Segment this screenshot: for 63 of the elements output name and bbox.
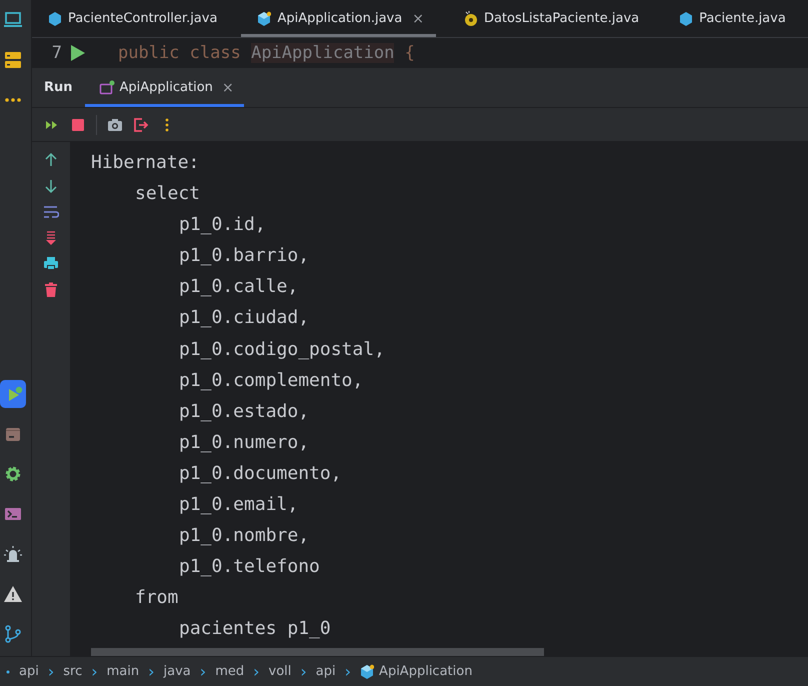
breadcrumb[interactable]: api	[19, 664, 39, 679]
breadcrumb[interactable]: main	[106, 664, 140, 679]
branch-icon	[2, 624, 22, 644]
warning-icon	[2, 584, 22, 604]
exit-icon[interactable]	[133, 116, 149, 132]
editor-tab[interactable]: PacienteController.java	[32, 0, 230, 37]
cube-icon	[48, 10, 62, 26]
laptop-icon	[2, 10, 22, 30]
console-line: p1_0.telefono	[179, 555, 321, 580]
console-line: p1_0.codigo_postal,	[179, 338, 386, 362]
window-icon	[98, 80, 115, 96]
cube-icon	[360, 664, 374, 680]
console-line: p1_0.ciudad,	[179, 306, 310, 330]
editor-tab[interactable]: Paciente.java	[663, 0, 798, 37]
breadcrumb[interactable]: api	[316, 664, 336, 679]
panel-title: Run	[43, 80, 74, 95]
chevron-icon: ›	[91, 662, 98, 681]
breadcrumb[interactable]: voll	[268, 664, 292, 679]
console-line: p1_0.id,	[179, 213, 267, 238]
console-line: Hibernate:	[91, 151, 200, 175]
console-line: p1_0.email,	[179, 493, 300, 518]
wrap-icon[interactable]	[43, 204, 59, 220]
scrollbar[interactable]	[91, 648, 544, 656]
console-line: p1_0.complemento,	[179, 368, 364, 393]
breadcrumb[interactable]: ApiApplication	[360, 664, 472, 680]
console-line: select	[135, 182, 202, 206]
stop-icon[interactable]	[70, 116, 86, 132]
run-icon[interactable]	[70, 44, 86, 62]
alarm-icon	[2, 544, 22, 564]
close-button[interactable]: ×	[412, 10, 424, 26]
console-line: p1_0.barrio,	[179, 244, 310, 268]
cube-icon	[257, 10, 272, 26]
arrow-down-icon[interactable]	[43, 178, 59, 194]
breadcrumb[interactable]: java	[164, 664, 191, 679]
line-number: 7	[50, 43, 62, 63]
arrow-up-icon[interactable]	[43, 152, 59, 168]
cube-icon	[679, 10, 694, 26]
console-line: p1_0.nombre,	[179, 524, 310, 548]
chevron-icon: ›	[253, 662, 260, 681]
console-line: from	[135, 586, 180, 610]
breadcrumb[interactable]: src	[63, 664, 82, 679]
record-icon	[464, 10, 478, 26]
console-line: p1_0.numero,	[179, 430, 310, 455]
tool-button[interactable]	[0, 380, 26, 408]
printer-icon[interactable]	[43, 256, 59, 272]
chevron-icon: ›	[200, 662, 206, 681]
close-button[interactable]: ×	[222, 80, 234, 96]
code-line: public class ApiApplication {	[118, 43, 415, 63]
more-icon	[4, 98, 20, 102]
console-line: pacientes p1_0	[179, 617, 332, 642]
server-icon	[2, 50, 22, 70]
chevron-icon: ›	[344, 662, 352, 681]
camera-icon[interactable]	[107, 116, 123, 132]
chevron-icon: ›	[148, 662, 155, 681]
trash-icon[interactable]	[43, 282, 59, 298]
chevron-icon: ›	[300, 662, 307, 681]
breadcrumb[interactable]: med	[215, 664, 244, 679]
console-line: p1_0.estado,	[179, 400, 310, 424]
dot-icon	[6, 670, 10, 674]
console-line: p1_0.documento,	[179, 462, 343, 486]
editor-tab[interactable]: DatosListaPaciente.java	[448, 0, 652, 37]
chevron-icon: ›	[48, 662, 54, 681]
console-line: p1_0.calle,	[179, 275, 300, 300]
